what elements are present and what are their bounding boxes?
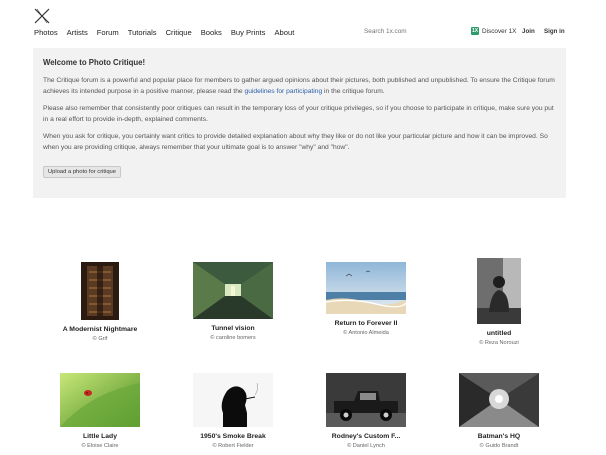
nav-books[interactable]: Books [201,28,222,37]
guidelines-link[interactable]: guidelines for participating [245,88,323,95]
photo-author[interactable]: © Grif [30,336,170,342]
1x-badge-icon: 1X [471,27,479,35]
photo-title[interactable]: Rodney's Custom F... [296,433,436,440]
photo-title[interactable]: Batman's HQ [429,433,569,440]
photo-thumbnail[interactable] [81,262,119,320]
welcome-paragraph-2: Please also remember that consistently p… [43,105,554,123]
1x-logo[interactable] [34,8,50,24]
main-nav: Photos Artists Forum Tutorials Critique … [34,28,294,37]
photo-title[interactable]: Tunnel vision [163,325,303,332]
photo-card[interactable]: Return to Forever II © Antonio Almeida [296,262,436,336]
photo-author[interactable]: © Antonio Almeida [296,330,436,336]
photo-title[interactable]: Return to Forever II [296,320,436,327]
welcome-panel: Welcome to Photo Critique! The Critique … [33,48,566,198]
nav-photos[interactable]: Photos [34,28,58,37]
sign-in-link[interactable]: Sign in [544,28,565,35]
nav-critique[interactable]: Critique [166,28,192,37]
photo-title[interactable]: 1950's Smoke Break [163,433,303,440]
photo-author[interactable]: © Eloise Claire [30,443,170,449]
photo-author[interactable]: © Reza Norouzi [429,340,569,346]
photo-title[interactable]: A Modernist Nightmare [30,326,170,333]
nav-artists[interactable]: Artists [67,28,88,37]
photo-thumbnail[interactable] [193,262,273,319]
photo-author[interactable]: © Robert Fielder [163,443,303,449]
photo-thumbnail[interactable] [459,373,539,427]
photo-author[interactable]: © Guido Brandt [429,443,569,449]
photo-thumbnail[interactable] [326,262,406,314]
photo-card[interactable]: Little Lady © Eloise Claire [30,373,170,449]
nav-about[interactable]: About [274,28,294,37]
search-input[interactable] [364,28,464,35]
welcome-paragraph-3: When you ask for critique, you certainly… [43,133,548,151]
nav-forum[interactable]: Forum [97,28,119,37]
photo-author[interactable]: © Daniel Lynch [296,443,436,449]
join-link[interactable]: Join [522,28,535,35]
photo-card[interactable]: untitled © Reza Norouzi [429,258,569,346]
photo-thumbnail[interactable] [60,373,140,427]
photo-card[interactable]: 1950's Smoke Break © Robert Fielder [163,373,303,449]
upload-photo-button[interactable]: Upload a photo for critique [43,166,121,178]
photo-card[interactable]: A Modernist Nightmare © Grif [30,262,170,342]
photo-thumbnail[interactable] [193,373,273,427]
photo-title[interactable]: untitled [429,330,569,337]
photo-thumbnail[interactable] [326,373,406,427]
photo-card[interactable]: Batman's HQ © Guido Brandt [429,373,569,449]
welcome-paragraph-1: The Critique forum is a powerful and pop… [43,76,556,97]
nav-tutorials[interactable]: Tutorials [128,28,157,37]
photo-card[interactable]: Rodney's Custom F... © Daniel Lynch [296,373,436,449]
photo-title[interactable]: Little Lady [30,433,170,440]
photo-thumbnail[interactable] [477,258,521,324]
discover-label: Discover 1X [482,27,517,35]
p1-text-b: in the critique forum. [322,87,385,95]
discover-button[interactable]: 1X Discover 1X [471,27,516,35]
nav-buy-prints[interactable]: Buy Prints [231,28,266,37]
photo-author[interactable]: © caroline bomers [163,335,303,341]
photo-card[interactable]: Tunnel vision © caroline bomers [163,262,303,341]
welcome-title: Welcome to Photo Critique! [43,58,146,67]
